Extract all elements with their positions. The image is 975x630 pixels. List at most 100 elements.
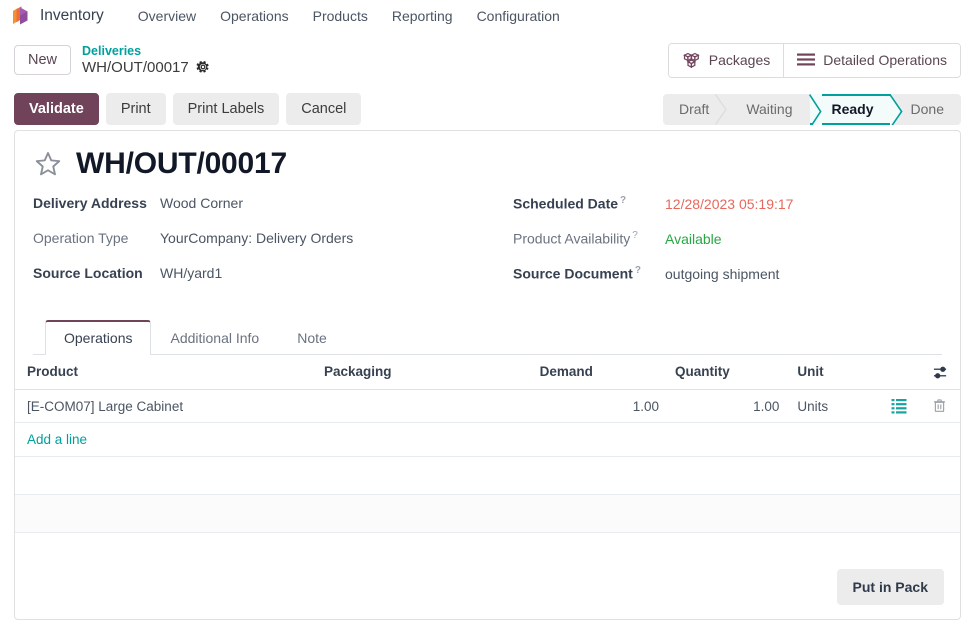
statusbar: Validate Print Print Labels Cancel Draft… <box>0 88 975 130</box>
add-a-line-link[interactable]: Add a line <box>27 432 87 447</box>
table-filler-cell <box>15 494 960 534</box>
detailed-operations-icon[interactable] <box>891 398 907 414</box>
table-filler-row <box>15 456 960 496</box>
breadcrumb: Deliveries WH/OUT/00017 <box>82 44 210 76</box>
operations-table-body: [E-COM07] Large Cabinet 1.00 1.00 Units <box>15 389 960 534</box>
column-header-demand[interactable]: Demand <box>531 355 668 390</box>
status-stage-waiting[interactable]: Waiting <box>726 94 809 125</box>
status-stage-done-label: Done <box>910 101 944 117</box>
breadcrumb-current: WH/OUT/00017 <box>82 58 189 76</box>
notebook: Operations Additional Info Note <box>33 320 942 355</box>
put-in-pack-button[interactable]: Put in Pack <box>836 569 944 605</box>
operations-table: Product Packaging Demand Quantity Unit [… <box>15 355 960 534</box>
field-label-scheduled-date: Scheduled Date? <box>513 195 665 212</box>
status-stage-done[interactable]: Done <box>891 94 961 125</box>
nav-item-overview[interactable]: Overview <box>126 5 208 27</box>
column-header-actions <box>877 355 920 390</box>
tab-note[interactable]: Note <box>278 320 346 355</box>
column-options-toggle[interactable] <box>919 355 960 390</box>
cell-product[interactable]: [E-COM07] Large Cabinet <box>15 389 316 424</box>
top-navbar: Inventory Overview Operations Products R… <box>0 0 975 32</box>
field-operation-type: Operation Type YourCompany: Delivery Ord… <box>33 230 513 265</box>
field-value-source-location[interactable]: WH/yard1 <box>160 265 222 281</box>
notebook-tabs: Operations Additional Info Note <box>33 320 942 355</box>
form-fields-grid: Delivery Address Wood Corner Operation T… <box>33 195 942 300</box>
action-buttons: Validate Print Print Labels Cancel <box>14 93 362 125</box>
validate-button[interactable]: Validate <box>14 93 99 125</box>
field-value-source-document[interactable]: outgoing shipment <box>665 266 779 282</box>
cancel-button[interactable]: Cancel <box>286 93 362 125</box>
status-stage-draft-label: Draft <box>678 101 710 117</box>
field-label-scheduled-date-text: Scheduled Date <box>513 195 619 212</box>
table-header-row: Product Packaging Demand Quantity Unit <box>15 355 960 390</box>
help-tooltip-icon[interactable]: ? <box>635 265 641 276</box>
record-stat-buttons: Packages Detailed Operations <box>667 42 961 78</box>
help-tooltip-icon[interactable]: ? <box>632 230 638 241</box>
field-value-delivery-address[interactable]: Wood Corner <box>160 195 243 211</box>
print-labels-button[interactable]: Print Labels <box>172 93 280 125</box>
column-header-quantity[interactable]: Quantity <box>667 355 788 390</box>
stage-chevron-left-icon <box>808 93 822 125</box>
inventory-cube-icon[interactable] <box>8 3 34 29</box>
field-label-product-availability: Product Availability? <box>513 230 665 247</box>
field-label-product-availability-text: Product Availability <box>513 230 631 247</box>
trash-icon[interactable] <box>932 398 948 414</box>
table-filler-cell <box>15 456 960 496</box>
field-source-document: Source Document? outgoing shipment <box>513 265 942 300</box>
tab-additional-info[interactable]: Additional Info <box>151 320 278 355</box>
table-filler-row <box>15 494 960 534</box>
nav-item-products[interactable]: Products <box>301 5 380 27</box>
gear-icon[interactable] <box>196 60 210 74</box>
breadcrumb-parent-link[interactable]: Deliveries <box>82 44 210 59</box>
field-label-source-document-text: Source Document <box>513 265 633 282</box>
print-button[interactable]: Print <box>105 93 166 125</box>
field-value-operation-type[interactable]: YourCompany: Delivery Orders <box>160 230 353 246</box>
sheet-footer: Put in Pack <box>15 557 960 619</box>
field-delivery-address: Delivery Address Wood Corner <box>33 195 513 230</box>
column-header-unit[interactable]: Unit <box>787 355 878 390</box>
field-value-scheduled-date[interactable]: 12/28/2023 05:19:17 <box>665 196 793 212</box>
status-stage-waiting-label: Waiting <box>746 101 793 117</box>
detailed-operations-button[interactable]: Detailed Operations <box>783 43 960 77</box>
nav-item-configuration[interactable]: Configuration <box>465 5 572 27</box>
nav-item-operations[interactable]: Operations <box>208 5 300 27</box>
packages-button-label: Packages <box>708 52 771 68</box>
add-line-row[interactable]: Add a line <box>15 422 960 458</box>
cell-unit[interactable]: Units <box>787 389 878 424</box>
cell-demand[interactable]: 1.00 <box>531 389 668 424</box>
detailed-operations-button-label: Detailed Operations <box>823 52 947 68</box>
field-value-product-availability: Available <box>665 230 722 247</box>
cell-delete-line[interactable] <box>919 389 960 424</box>
column-header-packaging[interactable]: Packaging <box>315 355 532 390</box>
field-source-location: Source Location WH/yard1 <box>33 265 513 300</box>
status-stage-ready[interactable]: Ready <box>808 93 903 125</box>
app-name[interactable]: Inventory <box>40 7 104 25</box>
cell-detailed-operations[interactable] <box>877 389 920 424</box>
status-stage-draft[interactable]: Draft <box>663 93 728 125</box>
cell-packaging[interactable] <box>315 389 532 424</box>
operations-table-head: Product Packaging Demand Quantity Unit <box>15 355 960 390</box>
tab-operations[interactable]: Operations <box>45 320 152 355</box>
record-title-row: WH/OUT/00017 <box>33 147 942 181</box>
cell-quantity[interactable]: 1.00 <box>667 389 788 424</box>
sliders-icon[interactable] <box>933 365 948 380</box>
star-outline-icon[interactable] <box>33 149 63 179</box>
form-right-column: Scheduled Date? 12/28/2023 05:19:17 Prod… <box>513 195 942 300</box>
packages-button[interactable]: Packages <box>668 43 784 77</box>
new-button[interactable]: New <box>14 45 72 75</box>
breadcrumb-current-wrap: WH/OUT/00017 <box>82 59 210 77</box>
field-label-source-document: Source Document? <box>513 265 665 282</box>
list-lines-icon <box>797 53 816 67</box>
form-sheet-wrapper: WH/OUT/00017 Delivery Address Wood Corne… <box>0 130 975 630</box>
field-label-delivery-address: Delivery Address <box>33 195 147 211</box>
table-row[interactable]: [E-COM07] Large Cabinet 1.00 1.00 Units <box>15 389 960 424</box>
form-sheet-inner: WH/OUT/00017 Delivery Address Wood Corne… <box>15 131 960 355</box>
nav-item-reporting[interactable]: Reporting <box>380 5 465 27</box>
field-label-operation-type: Operation Type <box>33 230 129 246</box>
column-header-product[interactable]: Product <box>15 355 316 390</box>
add-line-cell[interactable]: Add a line <box>15 422 960 458</box>
form-left-column: Delivery Address Wood Corner Operation T… <box>33 195 513 300</box>
status-stage-ready-label: Ready <box>831 101 874 117</box>
help-tooltip-icon[interactable]: ? <box>620 195 626 206</box>
status-pipeline: Draft Waiting Ready Done <box>662 93 961 125</box>
